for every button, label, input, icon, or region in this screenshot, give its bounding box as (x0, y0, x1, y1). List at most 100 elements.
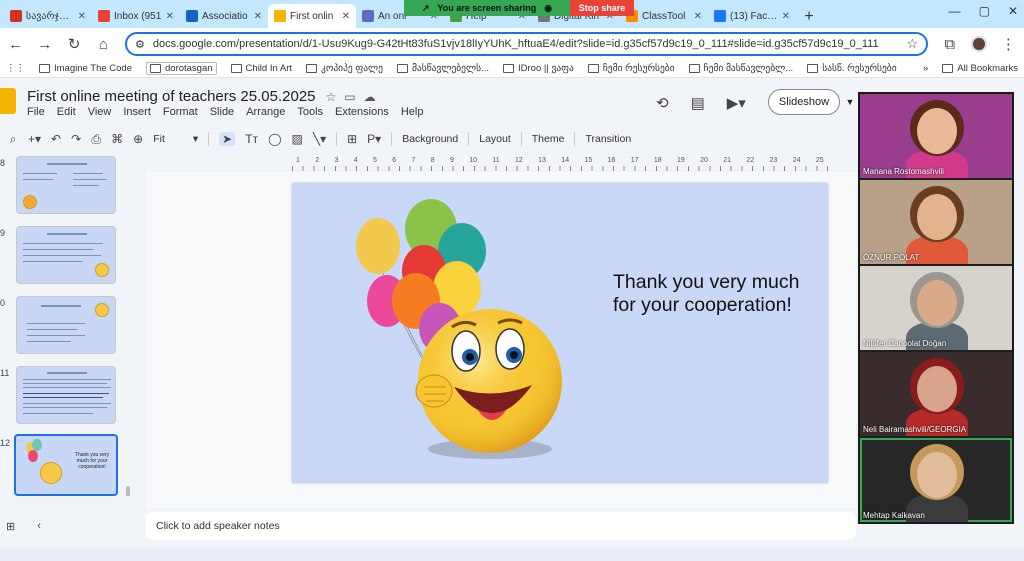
close-icon[interactable]: ✕ (782, 11, 790, 22)
shape-icon[interactable]: ◯ (268, 132, 281, 146)
browser-tab[interactable]: სავარჯიშო ✕ (4, 4, 92, 28)
paint-bucket-icon[interactable]: P▾ (367, 132, 381, 146)
slide-filmstrip[interactable]: 8 9 0 11 12 Thank you very much for your… (0, 156, 130, 496)
browser-tab[interactable]: (13) Faceb ✕ (708, 4, 796, 28)
bookmark-item[interactable]: კოპიპე ფალე (306, 63, 383, 74)
stop-share-button[interactable]: Stop share (570, 0, 634, 16)
menu-arrange[interactable]: Arrange (246, 106, 285, 118)
bookmark-item[interactable]: მასწავლებელს... (396, 63, 489, 74)
participant-tile[interactable]: Nilüfer Canpolat Doğan (860, 266, 1012, 350)
slide-thumbnail-10[interactable] (16, 296, 116, 354)
url-text[interactable]: docs.google.com/presentation/d/1-Usu9Kug… (153, 38, 899, 50)
slide-text-box[interactable]: Thank you very much for your cooperation… (613, 271, 803, 318)
slide-thumbnail-8[interactable] (16, 156, 116, 214)
layout-button[interactable]: Layout (479, 133, 511, 145)
browser-tab[interactable]: Associatio ✕ (180, 4, 268, 28)
tab-title: (13) Faceb (730, 10, 778, 22)
site-info-icon[interactable]: ⚙ (135, 38, 145, 51)
bookmark-star-icon[interactable]: ☆ (906, 36, 918, 52)
minimize-button[interactable]: — (949, 4, 961, 18)
slideshow-dropdown-icon[interactable]: ▼ (842, 89, 858, 115)
close-icon[interactable]: ✕ (78, 11, 86, 22)
close-icon[interactable]: ✕ (254, 11, 262, 22)
search-menus-icon[interactable]: ⌕ (8, 132, 18, 147)
close-icon[interactable]: ✕ (694, 11, 702, 22)
close-icon[interactable]: ✕ (342, 11, 350, 22)
menu-edit[interactable]: Edit (57, 106, 76, 118)
extensions-icon[interactable]: ⧉ (942, 36, 957, 53)
comment-add-icon[interactable]: ⊞ (347, 132, 357, 146)
comments-icon[interactable]: ▤ (691, 94, 705, 112)
participant-tile[interactable]: Neli Bairamashvili/GEORGIA (860, 352, 1012, 436)
current-slide[interactable]: Thank you very much for your cooperation… (292, 183, 828, 483)
profile-avatar[interactable] (971, 36, 987, 52)
select-cursor-icon[interactable]: ➤ (219, 132, 236, 146)
menu-tools[interactable]: Tools (297, 106, 323, 118)
paint-format-icon[interactable]: ⌘ (111, 132, 123, 146)
bookmark-item[interactable]: სასწ. რესურსები (807, 63, 897, 74)
cloud-saved-icon[interactable]: ☁ (364, 90, 376, 104)
browser-tab[interactable]: Inbox (951 ✕ (92, 4, 180, 28)
close-icon[interactable]: ✕ (166, 11, 174, 22)
undo-icon[interactable]: ↶ (51, 132, 61, 146)
all-bookmarks-button[interactable]: All Bookmarks (942, 63, 1018, 74)
zoom-select[interactable]: Fit ▾ (153, 133, 198, 145)
participant-tile[interactable]: Manana Rostomashvili (860, 94, 1012, 178)
background-button[interactable]: Background (402, 133, 458, 145)
back-icon[interactable]: ← (8, 36, 23, 53)
participant-tile[interactable]: Mehtap Kalkavan (860, 438, 1012, 522)
menu-insert[interactable]: Insert (123, 106, 151, 118)
new-tab-button[interactable]: + (798, 6, 820, 28)
speaker-notes[interactable]: Click to add speaker notes (146, 512, 856, 540)
slides-logo-icon[interactable] (0, 88, 16, 114)
maximize-button[interactable]: ▢ (979, 4, 990, 18)
forward-icon[interactable]: → (37, 36, 52, 53)
menu-slide[interactable]: Slide (210, 106, 234, 118)
slideshow-button[interactable]: Slideshow (768, 89, 840, 115)
grid-view-icon[interactable]: ⊞ (6, 520, 15, 533)
star-icon[interactable]: ☆ (326, 90, 337, 104)
zoom-icon[interactable]: ⊕ (133, 132, 143, 146)
menu-help[interactable]: Help (401, 106, 424, 118)
tab-favicon-icon (98, 10, 110, 22)
filmstrip-scrollbar[interactable] (126, 486, 130, 496)
slide-thumbnail-12[interactable]: Thank you very much for your cooperation… (14, 434, 118, 496)
collapse-panel-icon[interactable]: ‹ (37, 520, 41, 533)
more-bookmarks-button[interactable]: » (923, 63, 928, 74)
slide-thumbnail-11[interactable] (16, 366, 116, 424)
folder-icon (230, 64, 242, 73)
text-box-icon[interactable]: Tт (245, 132, 258, 146)
browser-menu-icon[interactable]: ⋮ (1001, 35, 1016, 53)
history-icon[interactable]: ⟲ (656, 94, 669, 112)
slide-thumbnail-9[interactable] (16, 226, 116, 284)
browser-tab[interactable]: First onlin ✕ (268, 4, 356, 28)
bookmark-item[interactable]: Imagine The Code (39, 63, 132, 74)
menu-extensions[interactable]: Extensions (335, 106, 389, 118)
bookmark-item[interactable]: ჩემი მასწავლებლ... (688, 63, 793, 74)
apps-grid-icon[interactable]: ⋮⋮ (6, 63, 25, 74)
balloon-smiley-image[interactable] (342, 191, 572, 471)
participant-tile[interactable]: ÖZNUR POLAT (860, 180, 1012, 264)
reload-icon[interactable]: ↻ (67, 35, 82, 53)
line-icon[interactable]: ╲▾ (313, 132, 326, 146)
menu-view[interactable]: View (88, 106, 112, 118)
move-folder-icon[interactable]: ▭ (344, 90, 355, 104)
bookmark-item[interactable]: dorotasgan (146, 62, 217, 75)
print-icon[interactable]: ⎙ (91, 132, 101, 147)
redo-icon[interactable]: ↷ (71, 132, 81, 146)
close-window-button[interactable]: ✕ (1008, 4, 1018, 18)
address-bar[interactable]: ⚙ docs.google.com/presentation/d/1-Usu9K… (125, 32, 929, 56)
theme-button[interactable]: Theme (532, 133, 565, 145)
bookmark-item[interactable]: ჩემი რესურსები (587, 63, 675, 74)
home-icon[interactable]: ⌂ (96, 36, 111, 53)
new-slide-icon[interactable]: +▾ (28, 132, 41, 146)
ruler-number: 6 (392, 157, 397, 164)
bookmark-item[interactable]: Child In Art (230, 63, 292, 74)
image-icon[interactable]: ▨ (292, 132, 303, 146)
bookmark-item[interactable]: IDroo || ვაფა (503, 63, 574, 74)
document-title[interactable]: First online meeting of teachers 25.05.2… (27, 88, 316, 105)
menu-file[interactable]: File (27, 106, 45, 118)
video-call-icon[interactable]: ▶▾ (727, 94, 746, 112)
transition-button[interactable]: Transition (585, 133, 631, 145)
menu-format[interactable]: Format (163, 106, 198, 118)
